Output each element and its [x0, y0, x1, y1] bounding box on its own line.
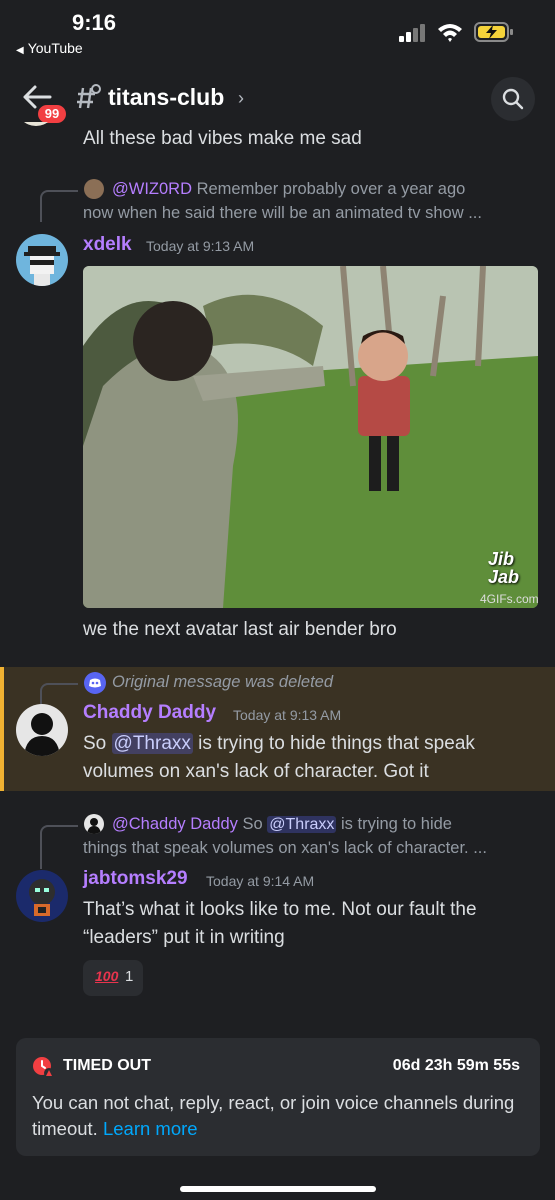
reply-snippet-line2: things that speak volumes on xan's lack … [83, 839, 487, 857]
reply-avatar [84, 814, 104, 834]
user-mention[interactable]: @Thraxx [267, 816, 337, 833]
pixel-avatar-icon [24, 246, 60, 286]
status-bar: 9:16 ◀ YouTube [0, 0, 555, 64]
message-text: That’s what it looks like to me. Not our… [83, 899, 477, 920]
timeout-countdown: 06d 23h 59m 55s [392, 1057, 520, 1074]
wifi-icon [438, 24, 462, 42]
username[interactable]: xdelk [83, 234, 132, 256]
reaction-count: 1 [125, 968, 134, 985]
back-triangle-icon: ◀ [16, 45, 24, 56]
signal-icon [399, 24, 425, 42]
gif-attachment[interactable]: Jib Jab 4GIFs.com [83, 266, 538, 608]
back-app-label: YouTube [27, 40, 83, 56]
battery-icon [474, 22, 513, 42]
reply-deleted-notice: Original message was deleted [112, 673, 334, 691]
avatar[interactable] [16, 122, 56, 126]
watermark-line2: Jab [488, 567, 520, 587]
watermark-line1: Jib [488, 549, 515, 569]
reply-avatar [84, 179, 104, 199]
silhouette-avatar-icon [24, 713, 60, 756]
reaction-pill[interactable]: 100 1 [83, 960, 143, 996]
timeout-notice: TIMED OUT 06d 23h 59m 55s You can not ch… [16, 1038, 540, 1156]
search-button[interactable] [491, 77, 535, 121]
reply-connector [40, 825, 78, 869]
home-indicator[interactable] [180, 1186, 376, 1192]
text-channel-thread-icon [77, 84, 101, 109]
timestamp: Today at 9:14 AM [206, 873, 315, 889]
message-text-line2: volumes on xan's lack of character. Got … [83, 761, 429, 782]
timestamp: Today at 9:13 AM [233, 707, 342, 723]
learn-more-link[interactable]: Learn more [103, 1118, 198, 1139]
message-text: we the next avatar last air bender bro [83, 619, 397, 640]
reply-snippet: is trying to hide [341, 815, 452, 833]
reply-snippet-line2: now when he said there will be an animat… [83, 204, 482, 222]
reply-snippet: Remember probably over a year ago [196, 180, 466, 198]
user-mention[interactable]: @Thraxx [111, 733, 193, 754]
timestamp: Today at 9:13 AM [146, 238, 255, 254]
text-segment: is trying to hide things that speak [198, 733, 475, 754]
timeout-title: TIMED OUT [63, 1057, 151, 1074]
timeout-clock-icon [33, 1057, 54, 1078]
avatar[interactable] [16, 704, 68, 756]
message-text: So @Thraxx is trying to hide things that… [83, 730, 543, 758]
username[interactable]: jabtomsk29 [83, 868, 188, 890]
reply-preview[interactable]: @Chaddy Daddy So @Thraxx is trying to hi… [112, 813, 452, 836]
channel-name[interactable]: titans-club [108, 84, 224, 111]
avatar[interactable] [16, 234, 68, 286]
hundred-points-emoji-icon: 100 [95, 968, 119, 984]
reply-snippet: So [242, 815, 263, 833]
avatar[interactable] [16, 870, 68, 922]
reply-connector [40, 190, 78, 222]
message-text: All these bad vibes make me sad [83, 128, 362, 149]
timeout-message: You can not chat, reply, react, or join … [32, 1090, 522, 1142]
channel-header: 99 titans-club › [0, 68, 555, 130]
text-segment: So [83, 733, 107, 754]
message-text-line2: “leaders” put it in writing [83, 927, 285, 948]
search-icon [502, 88, 524, 110]
gif-source-label: 4GIFs.com [480, 592, 538, 606]
discord-icon [84, 672, 106, 694]
reply-username[interactable]: @WIZ0RD [112, 180, 192, 198]
character-avatar-icon [29, 879, 55, 916]
message-feed[interactable]: All these bad vibes make me sad @WIZ0RD … [0, 122, 555, 1022]
gif-watermark: Jib Jab [488, 550, 519, 586]
reply-preview[interactable]: @WIZ0RD Remember probably over a year ag… [112, 178, 465, 201]
username[interactable]: Chaddy Daddy [83, 702, 216, 724]
clock: 9:16 [72, 10, 117, 35]
chevron-right-icon[interactable]: › [238, 88, 244, 109]
back-to-app-link[interactable]: ◀ YouTube [16, 40, 83, 56]
reply-username[interactable]: @Chaddy Daddy [112, 815, 238, 833]
gif-image [83, 266, 538, 608]
